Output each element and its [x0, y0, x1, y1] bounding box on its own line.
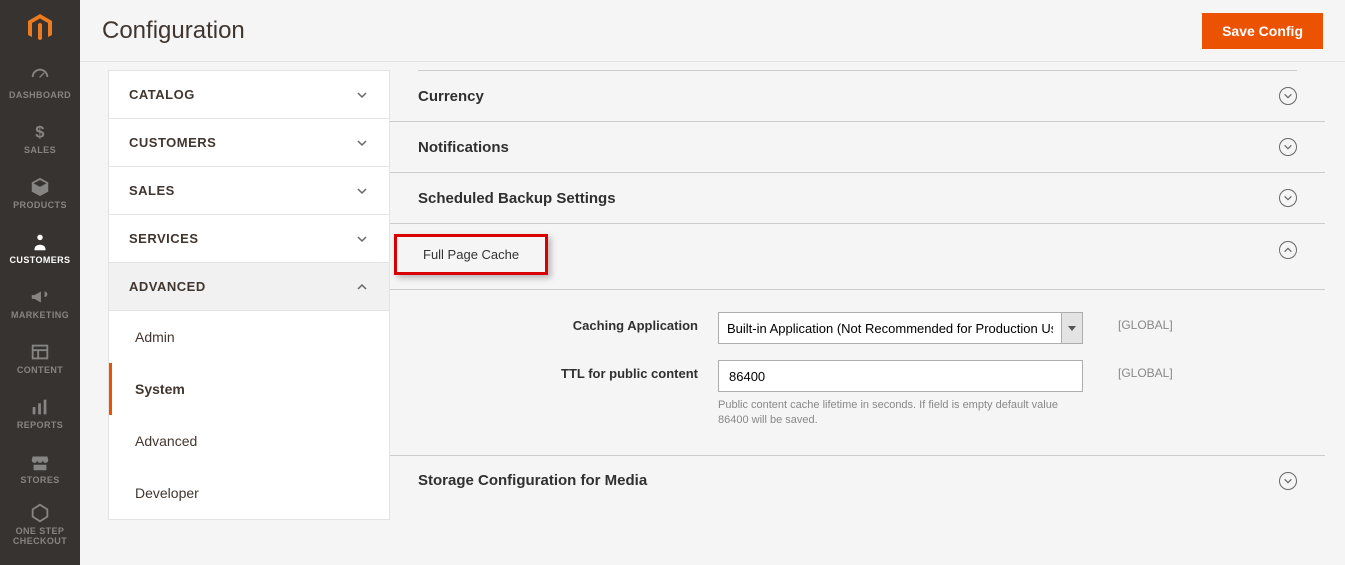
field-hint: Public content cache lifetime in seconds…	[718, 398, 1078, 429]
config-group-advanced[interactable]: ADVANCED	[109, 263, 389, 311]
nav-sales[interactable]: $ SALES	[0, 111, 80, 166]
person-icon	[29, 231, 51, 253]
group-label: SALES	[129, 183, 175, 198]
magento-logo-icon[interactable]	[0, 0, 80, 56]
config-item-system[interactable]: System	[109, 363, 389, 415]
field-label: TTL for public content	[418, 360, 718, 381]
item-label: Admin	[135, 329, 175, 345]
expand-icon	[1279, 472, 1297, 490]
nav-marketing[interactable]: MARKETING	[0, 276, 80, 331]
bar-chart-icon	[29, 396, 51, 418]
group-label: CATALOG	[129, 87, 195, 102]
layout-icon	[29, 341, 51, 363]
group-label: SERVICES	[129, 231, 199, 246]
config-sidebar: CATALOG CUSTOMERS SALES SERVICES ADVANCE…	[108, 70, 390, 520]
admin-left-nav: DASHBOARD $ SALES PRODUCTS CUSTOMERS MAR…	[0, 0, 80, 565]
svg-text:$: $	[35, 124, 45, 142]
nav-label: CUSTOMERS	[10, 256, 71, 266]
nav-dashboard[interactable]: DASHBOARD	[0, 56, 80, 111]
item-label: Advanced	[135, 433, 197, 449]
nav-content[interactable]: CONTENT	[0, 331, 80, 386]
field-ttl: TTL for public content Public content ca…	[418, 360, 1297, 429]
config-group-sales[interactable]: SALES	[109, 167, 389, 215]
section-title: Currency	[418, 88, 484, 105]
config-item-admin[interactable]: Admin	[109, 311, 389, 363]
section-title: Storage Configuration for Media	[418, 472, 647, 489]
section-scheduled-backup[interactable]: Scheduled Backup Settings	[390, 173, 1325, 224]
chevron-down-icon	[355, 232, 369, 246]
section-title: Notifications	[418, 139, 509, 156]
store-icon	[29, 451, 51, 473]
field-label: Caching Application	[418, 312, 718, 333]
expand-icon	[1279, 189, 1297, 207]
chevron-down-icon	[355, 184, 369, 198]
config-item-advanced[interactable]: Advanced	[109, 415, 389, 467]
chevron-down-icon	[355, 88, 369, 102]
section-notifications[interactable]: Notifications	[390, 122, 1325, 173]
dollar-icon: $	[29, 121, 51, 143]
select-input[interactable]: Built-in Application (Not Recommended fo…	[718, 312, 1062, 344]
collapse-icon	[1279, 241, 1297, 259]
chevron-up-icon	[355, 280, 369, 294]
config-group-services[interactable]: SERVICES	[109, 215, 389, 263]
section-title: Full Page Cache	[423, 247, 519, 262]
nav-label: SALES	[24, 146, 56, 156]
nav-products[interactable]: PRODUCTS	[0, 166, 80, 221]
page-title: Configuration	[102, 17, 245, 45]
nav-onestep[interactable]: ONE STEP CHECKOUT	[0, 496, 80, 553]
field-caching-application: Caching Application Built-in Application…	[418, 312, 1297, 344]
section-storage-media[interactable]: Storage Configuration for Media	[390, 456, 1325, 506]
group-label: CUSTOMERS	[129, 135, 216, 150]
group-label: ADVANCED	[129, 279, 206, 294]
megaphone-icon	[29, 286, 51, 308]
highlighted-section-title: Full Page Cache	[394, 234, 548, 275]
caching-application-select[interactable]: Built-in Application (Not Recommended fo…	[718, 312, 1083, 344]
main-content: Currency Notifications Scheduled Backup …	[390, 70, 1325, 565]
nav-customers[interactable]: CUSTOMERS	[0, 221, 80, 276]
dashboard-icon	[29, 66, 51, 88]
expand-icon	[1279, 138, 1297, 156]
item-label: System	[135, 381, 185, 397]
nav-stores[interactable]: STORES	[0, 441, 80, 496]
nav-label: STORES	[20, 476, 59, 486]
nav-label: PRODUCTS	[13, 201, 67, 211]
nav-label: ONE STEP CHECKOUT	[13, 527, 67, 547]
scope-label: [GLOBAL]	[1083, 312, 1173, 332]
item-label: Developer	[135, 485, 199, 501]
nav-label: CONTENT	[17, 366, 63, 376]
nav-label: DASHBOARD	[9, 91, 71, 101]
config-group-customers[interactable]: CUSTOMERS	[109, 119, 389, 167]
section-title: Scheduled Backup Settings	[418, 190, 616, 207]
section-currency[interactable]: Currency	[390, 71, 1325, 122]
config-item-developer[interactable]: Developer	[109, 467, 389, 519]
scope-label: [GLOBAL]	[1083, 360, 1173, 380]
nav-label: REPORTS	[17, 421, 63, 431]
page-header: Configuration Save Config	[80, 0, 1345, 62]
section-full-page-cache[interactable]: Full Page Cache	[390, 224, 1325, 290]
expand-icon	[1279, 87, 1297, 105]
box-icon	[29, 176, 51, 198]
nav-label: MARKETING	[11, 311, 69, 321]
dropdown-arrow-icon	[1062, 312, 1083, 344]
save-config-button[interactable]: Save Config	[1202, 13, 1323, 49]
hexagon-icon	[29, 502, 51, 524]
ttl-input[interactable]	[718, 360, 1083, 392]
config-group-catalog[interactable]: CATALOG	[109, 71, 389, 119]
chevron-down-icon	[355, 136, 369, 150]
full-page-cache-form: Caching Application Built-in Application…	[390, 290, 1325, 456]
nav-reports[interactable]: REPORTS	[0, 386, 80, 441]
